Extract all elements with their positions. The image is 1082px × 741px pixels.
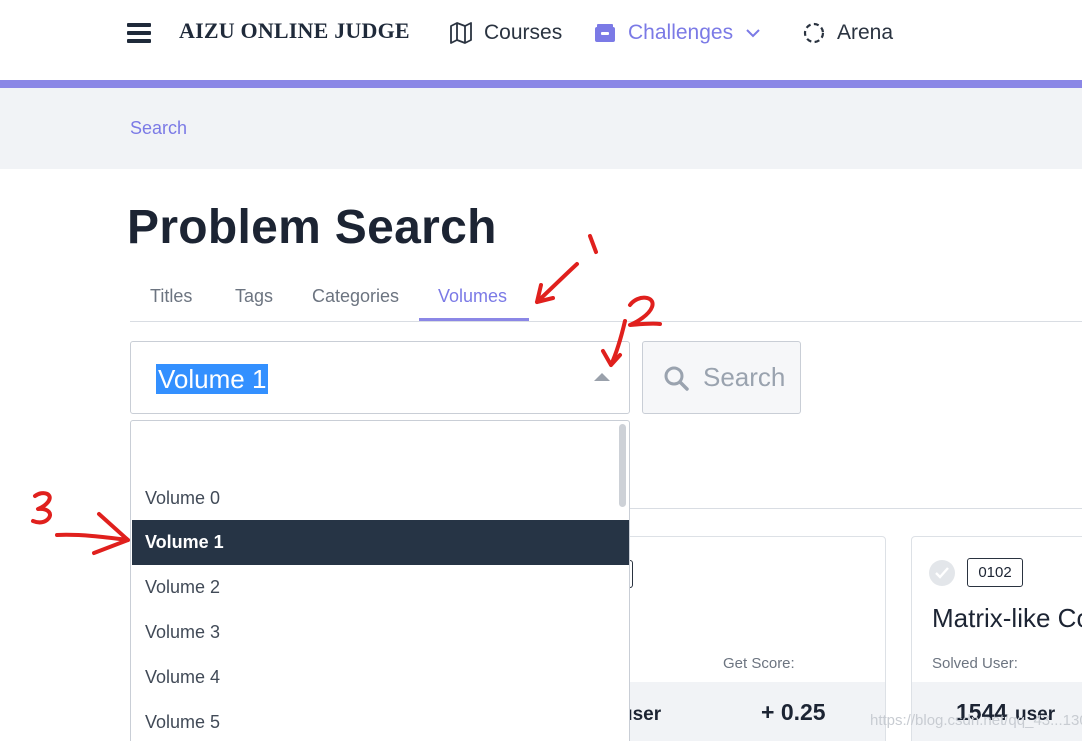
volume-select-value[interactable]: Volume 1: [156, 364, 269, 394]
score-value: + 0.25: [761, 699, 826, 725]
site-logo[interactable]: AIZU ONLINE JUDGE: [179, 18, 410, 44]
menu-icon[interactable]: [127, 23, 151, 43]
score-label: Get Score:: [723, 655, 795, 672]
header-accent-bar: [0, 80, 1082, 88]
option-volume-3[interactable]: Volume 3: [132, 610, 629, 655]
top-navbar: AIZU ONLINE JUDGE Courses Challenges Are…: [0, 0, 1082, 80]
inbox-icon: [595, 24, 615, 42]
results-divider: [630, 508, 1082, 509]
problem-card[interactable]: Get Score: user + 0.25: [590, 536, 886, 741]
active-tab-indicator: [419, 318, 529, 321]
page-title: Problem Search: [127, 201, 497, 254]
option-volume-4[interactable]: Volume 4: [132, 655, 629, 700]
problem-title[interactable]: Matrix-like Co: [932, 603, 1082, 634]
problem-id-badge: 0102: [967, 558, 1023, 587]
nav-courses[interactable]: Courses: [449, 18, 562, 48]
annotation-arrow-3: [55, 512, 130, 555]
map-icon: [450, 22, 472, 44]
nav-challenges[interactable]: Challenges: [593, 18, 772, 48]
chevron-down-icon: [746, 29, 760, 38]
nav-arena-label: Arena: [837, 21, 894, 44]
volume-dropdown-menu[interactable]: Volume 0 Volume 1 Volume 2 Volume 3 Volu…: [130, 420, 630, 741]
solved-user-label: Solved User:: [932, 655, 1018, 672]
tab-tags[interactable]: Tags: [235, 286, 273, 307]
option-volume-1[interactable]: Volume 1: [132, 520, 629, 565]
nav-courses-label: Courses: [484, 21, 563, 44]
search-button[interactable]: Search: [642, 341, 801, 414]
arena-icon: [803, 22, 825, 44]
option-volume-0[interactable]: Volume 0: [132, 476, 629, 521]
tab-categories[interactable]: Categories: [312, 286, 399, 307]
caret-up-icon[interactable]: [594, 373, 610, 381]
annotation-number-3: [31, 491, 52, 525]
check-icon: [929, 560, 955, 586]
breadcrumb-search-link[interactable]: Search: [130, 118, 187, 139]
nav-challenges-label: Challenges: [628, 21, 734, 44]
breadcrumb: Search: [0, 88, 1082, 169]
option-volume-2[interactable]: Volume 2: [132, 565, 629, 610]
search-button-label: Search: [703, 362, 786, 392]
annotation-number-1: [588, 234, 598, 254]
search-tabs: Titles Tags Categories Volumes: [130, 276, 1082, 322]
volume-select[interactable]: Volume 1: [130, 341, 630, 414]
problem-card[interactable]: 0102 Matrix-like Co Solved User: 1544 us…: [911, 536, 1082, 741]
search-icon: [664, 366, 689, 391]
option-volume-5[interactable]: Volume 5: [132, 700, 629, 741]
nav-arena[interactable]: Arena: [802, 18, 893, 48]
tab-volumes[interactable]: Volumes: [438, 286, 507, 307]
watermark: https://blog.csdn.net/qq_43...130: [870, 712, 1082, 729]
tab-titles[interactable]: Titles: [150, 286, 192, 307]
